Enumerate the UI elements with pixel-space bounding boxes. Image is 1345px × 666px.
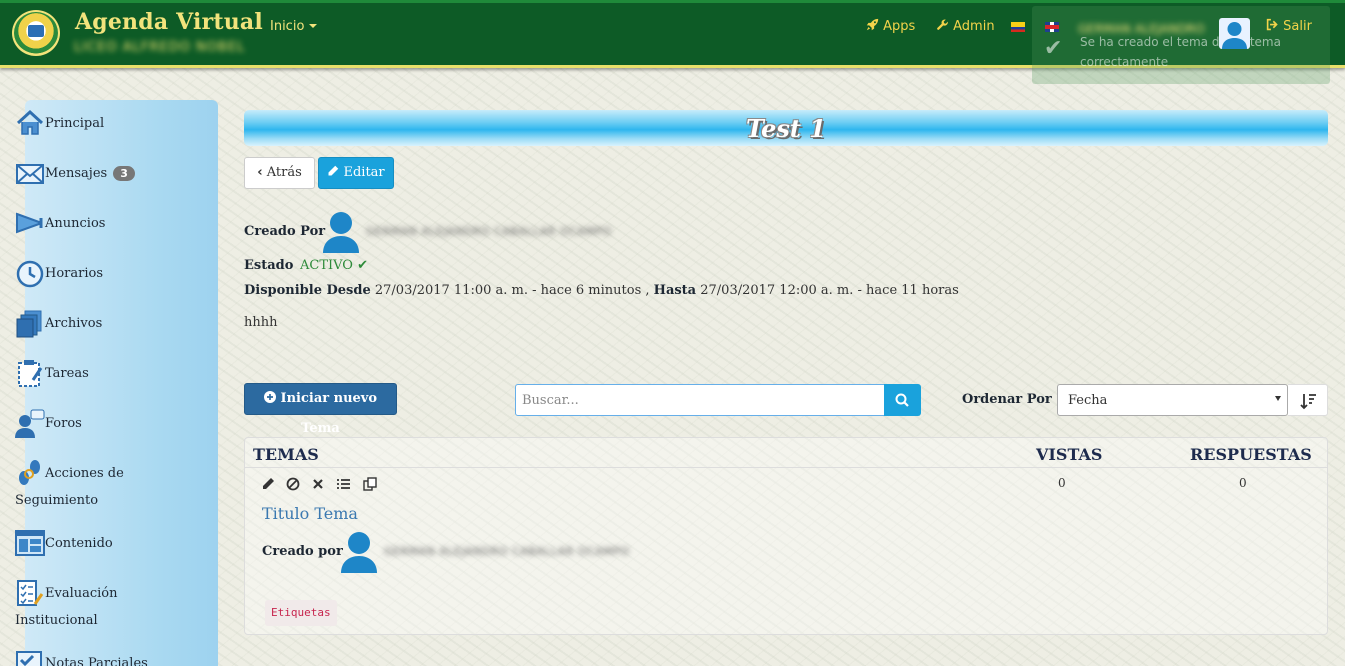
availability-line: Disponible Desde 27/03/2017 11:00 a. m. … <box>244 283 959 298</box>
caret-down-icon <box>309 24 318 28</box>
user-avatar[interactable] <box>1219 18 1250 49</box>
sidebar-item-label: Notas Parciales <box>45 656 148 666</box>
logout-link[interactable]: Salir <box>1266 18 1312 34</box>
disponible-value: 27/03/2017 11:00 a. m. - hace 6 minutos … <box>374 283 650 298</box>
edit-button[interactable]: Editar <box>318 157 394 189</box>
sidebar-item-label-wrap: Mensajes 3 <box>45 166 135 181</box>
select-arrow-icon <box>1275 396 1281 401</box>
search-icon <box>895 393 909 407</box>
home-icon <box>16 109 44 135</box>
sign-out-icon <box>1266 18 1278 31</box>
column-header-respuestas: RESPUESTAS <box>1190 445 1312 464</box>
nav-inicio-label: Inicio <box>270 19 305 34</box>
grades-icon <box>16 651 42 666</box>
back-button-label: Atrás <box>266 165 302 180</box>
back-button[interactable]: ‹ Atrás <box>244 157 315 189</box>
order-by-select[interactable]: Fecha <box>1057 384 1288 416</box>
list-icon[interactable] <box>335 476 351 492</box>
new-topic-button[interactable]: Iniciar nuevo Tema <box>244 383 397 436</box>
checklist-icon <box>17 580 44 606</box>
hasta-label: Hasta <box>653 283 697 298</box>
sidebar-item-label: Foros <box>45 416 82 431</box>
school-logo[interactable] <box>12 10 60 56</box>
chevron-left-icon: ‹ <box>257 165 263 180</box>
sidebar-item-label: Mensajes <box>45 166 108 181</box>
files-icon <box>16 310 42 338</box>
flag-english-icon[interactable] <box>1045 22 1059 32</box>
close-icon[interactable] <box>310 476 326 492</box>
sidebar-item-label: Evaluación <box>45 586 118 601</box>
edit-button-label: Editar <box>343 165 385 180</box>
estado-label: Estado <box>244 258 294 273</box>
sidebar-item-label-line2: Institucional <box>15 613 98 628</box>
user-icon <box>1222 22 1247 49</box>
logout-label: Salir <box>1283 19 1312 34</box>
creator-name[interactable]: GERMAN ALEJANDRO CABALLAR OCAMPO <box>366 225 612 238</box>
topics-table-header: TEMAS VISTAS RESPUESTAS <box>245 438 1327 468</box>
sidebar-item-label: Horarios <box>45 266 103 281</box>
school-name: LICEO ALFREDO NOBEL <box>74 40 246 55</box>
created-by-label: Creado Por <box>244 224 326 239</box>
pencil-icon[interactable] <box>260 476 276 492</box>
topic-title-link[interactable]: Titulo Tema <box>262 504 358 523</box>
content-icon <box>15 530 45 556</box>
copy-icon[interactable] <box>362 476 378 492</box>
user-name[interactable]: GERMAN ALEJANDRO <box>1078 22 1205 36</box>
hasta-value: 27/03/2017 12:00 a. m. - hace 11 horas <box>700 283 959 298</box>
rocket-icon <box>866 18 879 31</box>
sidebar-item-label-line2: Seguimiento <box>15 493 99 508</box>
creator-avatar-icon <box>323 212 359 253</box>
search-button[interactable] <box>884 384 921 416</box>
messages-count-badge: 3 <box>113 166 135 181</box>
nav-apps-label: Apps <box>883 19 916 34</box>
topic-views-count: 0 <box>1058 476 1066 490</box>
flag-spanish-icon[interactable] <box>1011 22 1025 32</box>
sort-amount-desc-icon <box>1300 394 1316 410</box>
envelope-icon <box>16 164 44 184</box>
topic-creator-avatar-icon <box>341 532 377 573</box>
check-icon: ✔ <box>1044 36 1063 61</box>
status-badge: ACTIVO ✔ <box>300 258 368 273</box>
search-input[interactable] <box>515 384 885 416</box>
nav-apps-link[interactable]: Apps <box>866 18 915 34</box>
sidebar-item-label: Principal <box>45 116 105 131</box>
footsteps-icon <box>19 460 40 485</box>
nav-admin-link[interactable]: Admin <box>936 18 995 34</box>
forum-icon <box>15 409 45 438</box>
topic-tag[interactable]: Etiquetas <box>265 600 337 626</box>
topic-created-by-label: Creado por <box>262 544 343 559</box>
topics-table: TEMAS VISTAS RESPUESTAS <box>244 437 1328 635</box>
toast-message: Se ha creado el tema del sistema correct… <box>1080 35 1281 69</box>
nav-admin-label: Admin <box>953 19 995 34</box>
topic-creator-name[interactable]: GERMAN ALEJANDRO CABALLAR OCAMPO <box>384 545 630 558</box>
pencil-icon <box>328 165 339 176</box>
page-title-bar: Test 1 <box>244 110 1328 146</box>
disponible-label: Disponible Desde <box>244 283 371 298</box>
sidebar-item-label: Tareas <box>45 366 89 381</box>
nav-inicio-menu[interactable]: Inicio <box>270 19 318 34</box>
brand-title[interactable]: Agenda Virtual <box>75 9 263 35</box>
sidebar-item-label: Archivos <box>45 316 103 331</box>
plus-circle-icon <box>263 391 276 403</box>
check-icon: ✔ <box>357 258 369 273</box>
forum-description: hhhh <box>244 315 278 330</box>
clipboard-icon <box>18 360 43 387</box>
order-by-value: Fecha <box>1068 393 1108 408</box>
sidebar-item-label: Contenido <box>45 536 113 551</box>
column-header-temas: TEMAS <box>253 445 319 464</box>
page-title: Test 1 <box>745 114 827 143</box>
topic-replies-count: 0 <box>1239 476 1247 490</box>
sidebar-item-label: Anuncios <box>45 216 106 231</box>
ban-icon[interactable] <box>285 476 301 492</box>
column-header-vistas: VISTAS <box>1036 445 1103 464</box>
clock-icon <box>16 260 44 288</box>
new-topic-label: Iniciar nuevo Tema <box>280 391 378 436</box>
order-by-label: Ordenar Por <box>962 392 1052 407</box>
wrench-icon <box>937 19 948 30</box>
sidebar <box>25 100 218 666</box>
megaphone-icon <box>16 212 43 234</box>
sort-direction-button[interactable] <box>1288 384 1328 416</box>
sidebar-item-label: Acciones de <box>45 466 124 481</box>
status-value: ACTIVO <box>300 258 353 273</box>
